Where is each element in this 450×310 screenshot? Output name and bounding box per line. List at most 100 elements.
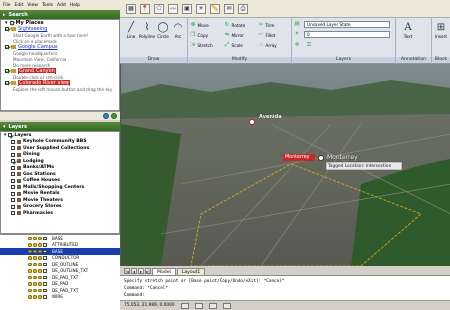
layer-checkbox[interactable] xyxy=(11,159,15,164)
email-icon[interactable]: ✉ xyxy=(224,3,234,14)
layer-checkbox[interactable] xyxy=(11,165,15,170)
lock-icon[interactable] xyxy=(38,295,42,299)
move-button[interactable]: ✥ Move xyxy=(190,21,209,29)
lock-icon[interactable] xyxy=(38,262,42,266)
lock-icon[interactable] xyxy=(38,249,42,253)
layer-color-swatch[interactable] xyxy=(43,243,47,247)
layer-item[interactable]: Pharmacies xyxy=(1,210,119,217)
layer-color-swatch[interactable] xyxy=(43,249,47,253)
layer-checkbox[interactable] xyxy=(11,172,15,177)
sidebar-icon[interactable]: ▦ xyxy=(126,3,136,14)
prev-tab-icon[interactable]: ◂ xyxy=(131,268,137,274)
freeze-sun-icon[interactable] xyxy=(33,249,37,253)
lock-icon[interactable] xyxy=(38,243,42,247)
layer-tools-button[interactable]: ☀ xyxy=(294,30,300,38)
visibility-bulb-icon[interactable] xyxy=(28,243,32,247)
layer-checkbox[interactable] xyxy=(11,211,15,216)
lock-icon[interactable] xyxy=(38,256,42,260)
path-icon[interactable]: 〰 xyxy=(168,3,178,14)
freeze-sun-icon[interactable] xyxy=(33,243,37,247)
visibility-bulb-icon[interactable] xyxy=(28,282,32,286)
freeze-sun-icon[interactable] xyxy=(33,295,37,299)
layer-checkbox[interactable] xyxy=(11,139,15,144)
layer-checkbox[interactable] xyxy=(11,204,15,209)
placemark-label[interactable]: Avenida xyxy=(259,114,282,120)
visibility-bulb-icon[interactable] xyxy=(28,275,32,279)
next-tab-icon[interactable]: ▸ xyxy=(138,268,144,274)
ruler-icon[interactable]: 📏 xyxy=(210,3,220,14)
place-label[interactable]: Grand Canyon xyxy=(18,68,56,74)
placemark-pin[interactable] xyxy=(249,119,255,125)
layer-color-swatch[interactable] xyxy=(43,295,47,299)
tab-model[interactable]: Model xyxy=(152,268,176,275)
print-icon[interactable]: ⎙ xyxy=(238,3,248,14)
map-viewport[interactable]: Avenida Monterrey Monterrey Tagged Locat… xyxy=(120,64,450,266)
freeze-sun-icon[interactable] xyxy=(33,256,37,260)
freeze-sun-icon[interactable] xyxy=(33,288,37,292)
ortho-toggle-icon[interactable] xyxy=(208,302,217,309)
layers-panel-header[interactable]: ▾ Layers xyxy=(0,122,120,131)
copy-button[interactable]: ❐ Copy xyxy=(190,31,209,39)
sun-icon[interactable]: ☀ xyxy=(196,3,206,14)
array-button[interactable]: ⁙ Array xyxy=(258,41,277,49)
text-button[interactable]: A Text xyxy=(398,21,418,40)
place-checkbox[interactable] xyxy=(5,45,9,49)
command-prompt[interactable]: Command: xyxy=(124,292,446,299)
lock-icon[interactable] xyxy=(38,269,42,273)
command-line[interactable]: Specify stretch point or [Base point/Cop… xyxy=(120,275,450,300)
trim-button[interactable]: ✂ Trim xyxy=(258,21,275,29)
place-checkbox[interactable] xyxy=(5,27,9,31)
menu-tools[interactable]: Tools xyxy=(42,3,53,8)
polar-toggle-icon[interactable] xyxy=(222,302,231,309)
layer-color-swatch[interactable] xyxy=(43,256,47,260)
place-label[interactable]: Sightseeing xyxy=(18,26,47,32)
layer-lock-button[interactable]: ⚿ xyxy=(306,41,312,49)
visibility-bulb-icon[interactable] xyxy=(28,269,32,273)
placemark-icon[interactable]: 📍 xyxy=(140,3,150,14)
grid-toggle-icon[interactable] xyxy=(194,302,203,309)
layer-color-swatch[interactable] xyxy=(43,262,47,266)
visibility-bulb-icon[interactable] xyxy=(28,236,32,240)
freeze-sun-icon[interactable] xyxy=(33,236,37,240)
place-label[interactable]: Google Campus xyxy=(18,44,58,50)
visibility-bulb-icon[interactable] xyxy=(28,256,32,260)
visibility-bulb-icon[interactable] xyxy=(28,262,32,266)
insert-button[interactable]: ⊞ Insert xyxy=(431,21,450,40)
stretch-button[interactable]: ⇲ Stretch xyxy=(190,41,213,49)
rotate-button[interactable]: ↻ Rotate xyxy=(224,21,246,29)
layer-color-swatch[interactable] xyxy=(43,288,47,292)
mirror-button[interactable]: ⇋ Mirror xyxy=(224,31,244,39)
layer-checkbox[interactable] xyxy=(11,191,15,196)
last-tab-icon[interactable]: ▸| xyxy=(145,268,151,274)
menu-view[interactable]: View xyxy=(27,3,38,8)
fillet-button[interactable]: ⌐ Fillet xyxy=(258,31,276,39)
menu-help[interactable]: Help xyxy=(70,3,80,8)
freeze-sun-icon[interactable] xyxy=(33,275,37,279)
cad-layer-row[interactable]: WIRE xyxy=(0,294,120,301)
layer-color-swatch[interactable] xyxy=(43,282,47,286)
lock-icon[interactable] xyxy=(38,275,42,279)
layer-checkbox[interactable] xyxy=(11,152,15,157)
places-checkbox[interactable] xyxy=(9,21,14,25)
visibility-bulb-icon[interactable] xyxy=(28,249,32,253)
search-panel-header[interactable]: ▸ Search xyxy=(0,10,120,19)
freeze-sun-icon[interactable] xyxy=(33,269,37,273)
menu-add[interactable]: Add xyxy=(57,3,66,8)
overlay-icon[interactable]: ▣ xyxy=(182,3,192,14)
city-label[interactable]: Monterrey xyxy=(327,154,358,161)
freeze-sun-icon[interactable] xyxy=(33,282,37,286)
up-arrow-icon[interactable] xyxy=(103,113,109,119)
lock-icon[interactable] xyxy=(38,236,42,240)
menu-file[interactable]: File xyxy=(3,3,11,8)
layer-checkbox[interactable] xyxy=(11,178,15,183)
layer-properties-button[interactable]: ▤ xyxy=(294,20,300,28)
place-checkbox[interactable] xyxy=(5,81,9,85)
layer-state-combo[interactable]: Unsaved Layer State xyxy=(304,21,390,28)
menu-edit[interactable]: Edit xyxy=(15,3,24,8)
first-tab-icon[interactable]: |◂ xyxy=(124,268,130,274)
layer-color-swatch[interactable] xyxy=(43,269,47,273)
down-arrow-icon[interactable] xyxy=(111,113,117,119)
polygon-icon[interactable]: ⬠ xyxy=(154,3,164,14)
snap-toggle-icon[interactable] xyxy=(180,302,189,309)
city-pin[interactable] xyxy=(318,155,324,161)
